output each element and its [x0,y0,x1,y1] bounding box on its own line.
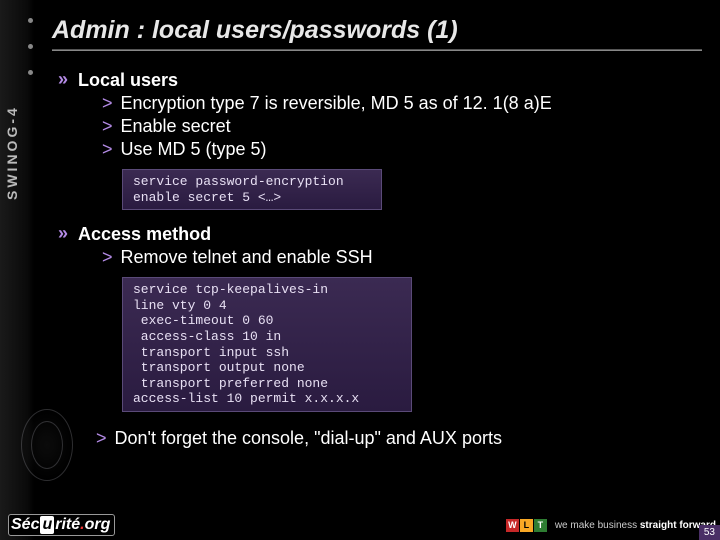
code-line: transport preferred none [133,376,401,392]
fingerprint-graphic [2,390,92,500]
brand-text-1: Séc [11,516,39,534]
slide-content: Admin : local users/passwords (1) » Loca… [42,0,712,510]
sidebar-dot [28,44,33,49]
footer: Sécurité.org W L T we make business stra… [0,510,720,540]
code-line: line vty 0 4 [133,298,401,314]
bullet: > Encryption type 7 is reversible, MD 5 … [102,93,702,114]
section-heading-text: Access method [78,224,211,245]
chevron-icon: > [96,428,107,449]
bullet: > Enable secret [102,116,702,137]
page-number: 53 [699,525,720,540]
code-line: enable secret 5 <…> [133,190,371,206]
code-line: transport output none [133,360,401,376]
code-line: service password-encryption [133,174,371,190]
code-line: service tcp-keepalives-in [133,282,401,298]
brand-accent: u [40,516,54,534]
title-rule [52,49,702,52]
sidebar-dot [28,70,33,75]
tile: T [534,519,547,532]
bullet-text: Remove telnet and enable SSH [121,247,373,268]
code-line: access-list 10 permit x.x.x.x [133,391,401,407]
code-line: transport input ssh [133,345,401,361]
chevron-icon: > [102,116,113,137]
chevron-icon: > [102,139,113,160]
tile-group: W L T [506,519,547,532]
footer-right: W L T we make business straight forward [506,519,720,532]
bullet-text: Encryption type 7 is reversible, MD 5 as… [121,93,552,114]
sidebar-label: SWINOG-4 [4,105,20,200]
code-line: access-class 10 in [133,329,401,345]
chevron-icon: > [102,93,113,114]
brand-logo: Sécurité.org [8,514,115,536]
code-block: service tcp-keepalives-in line vty 0 4 e… [122,277,412,412]
section-heading: » Access method [58,224,702,245]
code-line: exec-timeout 0 60 [133,313,401,329]
brand-text-2: rité [55,516,80,534]
tagline: we make business straight forward [555,520,716,531]
tile: W [506,519,519,532]
sidebar-dot [28,18,33,23]
bullet: > Use MD 5 (type 5) [102,139,702,160]
tile: L [520,519,533,532]
chevron-icon: > [102,247,113,268]
chevron-icon: » [58,224,68,242]
code-block: service password-encryption enable secre… [122,169,382,210]
bullet: > Remove telnet and enable SSH [102,247,702,268]
bullet-text: Use MD 5 (type 5) [121,139,267,160]
chevron-icon: » [58,70,68,88]
bullet-text: Don't forget the console, "dial-up" and … [115,428,502,449]
tagline-pre: we make business [555,520,640,531]
section-heading: » Local users [58,70,702,91]
bullet-text: Enable secret [121,116,231,137]
bullet: > Don't forget the console, "dial-up" an… [96,428,702,449]
page-title: Admin : local users/passwords (1) [52,10,702,49]
section-heading-text: Local users [78,70,178,91]
brand-text-3: org [85,516,111,534]
section: » Local users > Encryption type 7 is rev… [58,70,702,160]
section: » Access method > Remove telnet and enab… [58,224,702,268]
